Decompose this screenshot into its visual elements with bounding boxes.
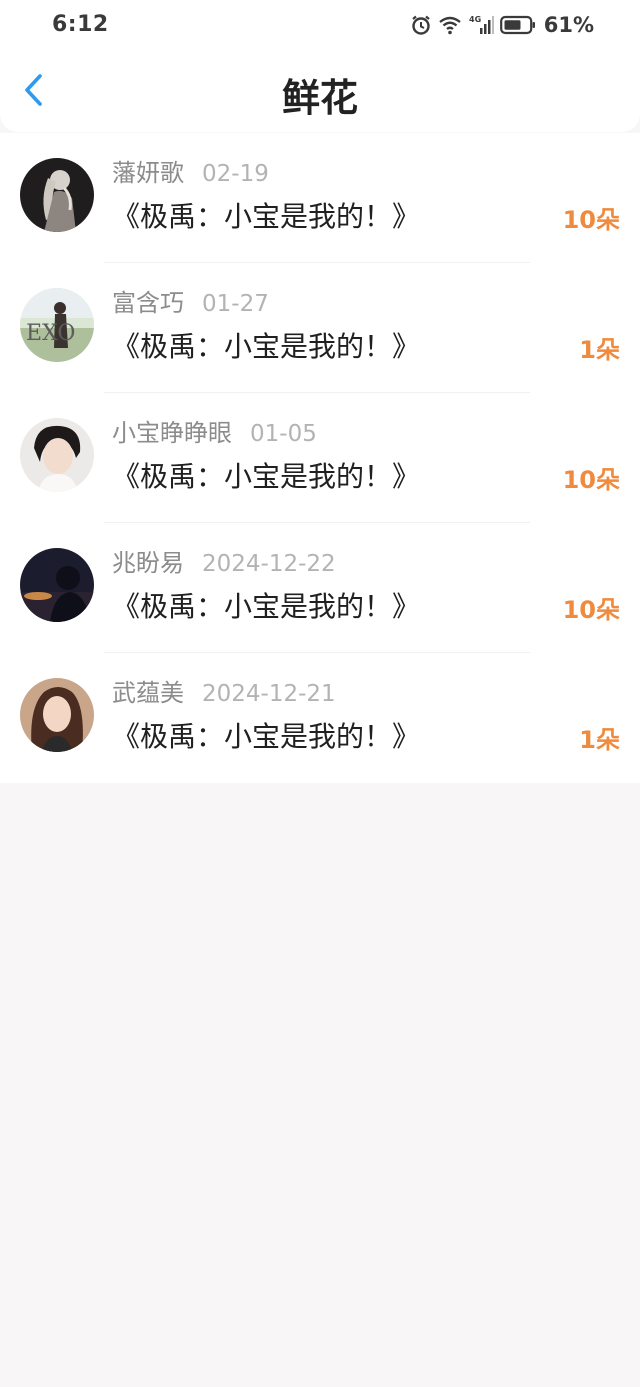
book-title: 《极禹：小宝是我的！》 [112,200,421,233]
battery-icon [499,15,536,35]
flower-amount: 1朵 [579,336,620,364]
battery-percent: 61% [543,13,594,37]
send-date: 2024-12-21 [202,681,336,707]
svg-text:EXO: EXO [26,321,75,346]
list-item[interactable]: 藩妍歌 02-19 《极禹：小宝是我的！》 10朵 [0,133,640,263]
sender-name: 藩妍歌 [112,159,184,187]
avatar [20,158,94,232]
sender-info: 小宝睁睁眼 01-05 [112,417,317,450]
nav-bar: 鲜花 [0,52,640,132]
book-title: 《极禹：小宝是我的！》 [112,330,421,363]
sender-name: 富含巧 [112,289,184,317]
list-item[interactable]: EXO 富含巧 01-27 《极禹：小宝是我的！》 1朵 [0,263,640,393]
signal-4g-icon: 4G [468,14,494,36]
send-date: 01-05 [250,421,317,447]
send-date: 01-27 [202,291,269,317]
list-item[interactable]: 小宝睁睁眼 01-05 《极禹：小宝是我的！》 10朵 [0,393,640,523]
flower-amount: 10朵 [562,596,620,624]
wifi-icon [438,15,462,35]
book-title: 《极禹：小宝是我的！》 [112,460,421,493]
sender-name: 小宝睁睁眼 [112,419,232,447]
svg-text:4G: 4G [469,15,481,24]
sender-info: 武蕴美 2024-12-21 [112,677,336,710]
send-date: 2024-12-22 [202,551,336,577]
flower-amount: 10朵 [562,206,620,234]
list-item[interactable]: 武蕴美 2024-12-21 《极禹：小宝是我的！》 1朵 [0,653,640,783]
book-title: 《极禹：小宝是我的！》 [112,720,421,753]
alarm-icon [410,14,432,36]
sender-info: 富含巧 01-27 [112,287,269,320]
status-time: 6:12 [52,12,109,37]
avatar [20,548,94,622]
avatar [20,418,94,492]
sender-info: 藩妍歌 02-19 [112,157,269,190]
flower-record-list: 藩妍歌 02-19 《极禹：小宝是我的！》 10朵 EXO 富含巧 01-27 《极… [0,133,640,783]
flower-amount: 1朵 [579,726,620,754]
avatar [20,678,94,752]
sender-info: 兆盼易 2024-12-22 [112,547,336,580]
book-title: 《极禹：小宝是我的！》 [112,590,421,623]
page-title: 鲜花 [281,76,358,120]
list-item[interactable]: 兆盼易 2024-12-22 《极禹：小宝是我的！》 10朵 [0,523,640,653]
status-icons: 4G 61% [410,10,594,40]
send-date: 02-19 [202,161,269,187]
sender-name: 武蕴美 [112,679,184,707]
flower-amount: 10朵 [562,466,620,494]
status-bar: 6:12 4G 61% [0,0,640,52]
sender-name: 兆盼易 [112,549,184,577]
avatar: EXO [20,288,94,362]
